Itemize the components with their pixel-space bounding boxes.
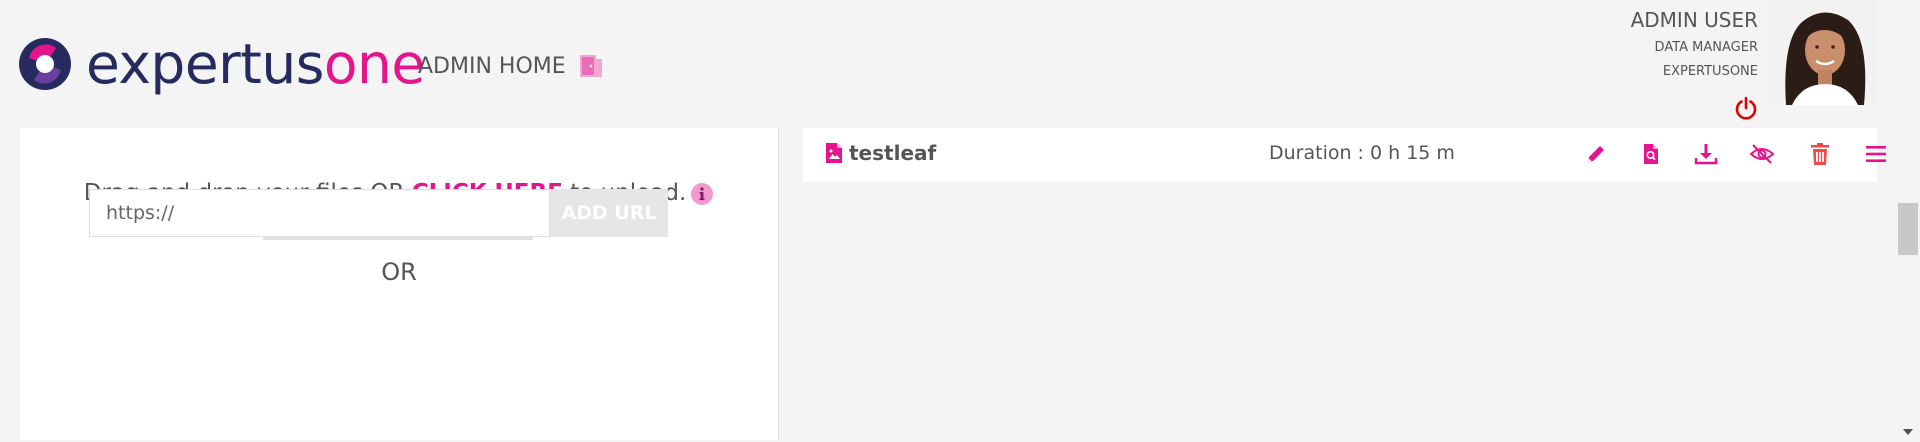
scroll-down-arrow-icon[interactable]	[1901, 423, 1915, 435]
hide-icon[interactable]	[1749, 141, 1775, 167]
delete-icon[interactable]	[1807, 141, 1833, 167]
door-exit-icon[interactable]	[578, 51, 604, 79]
content-title[interactable]: testleaf	[849, 141, 936, 165]
user-role: DATA MANAGER	[1654, 40, 1758, 55]
brand-part-1: expertus	[86, 32, 324, 96]
or-separator: OR	[381, 258, 417, 286]
preview-icon[interactable]	[1638, 141, 1664, 167]
user-organization: EXPERTUSONE	[1662, 64, 1758, 79]
user-avatar	[1772, 0, 1877, 105]
power-logout-icon[interactable]	[1733, 95, 1759, 121]
image-file-icon	[825, 142, 843, 164]
admin-home-link[interactable]: ADMIN HOME	[418, 52, 566, 82]
url-input[interactable]	[89, 189, 550, 237]
edit-icon[interactable]	[1583, 141, 1609, 167]
add-url-button[interactable]: ADD URL	[550, 189, 668, 237]
brand-name: expertusone	[86, 26, 425, 102]
brand-part-2: one	[323, 32, 425, 96]
content-list-row: testleaf Duration : 0 h 15 m	[803, 128, 1886, 182]
download-icon[interactable]	[1693, 141, 1719, 167]
user-name: ADMIN USER	[1630, 8, 1758, 32]
expertusone-logo-icon	[18, 37, 72, 91]
upload-panel: Drag and drop your files OR CLICK HERE t…	[20, 128, 779, 440]
menu-icon[interactable]	[1863, 141, 1889, 167]
info-icon[interactable]	[690, 182, 714, 206]
scrollbar-thumb[interactable]	[1898, 203, 1918, 255]
content-duration: Duration : 0 h 15 m	[1269, 142, 1455, 164]
